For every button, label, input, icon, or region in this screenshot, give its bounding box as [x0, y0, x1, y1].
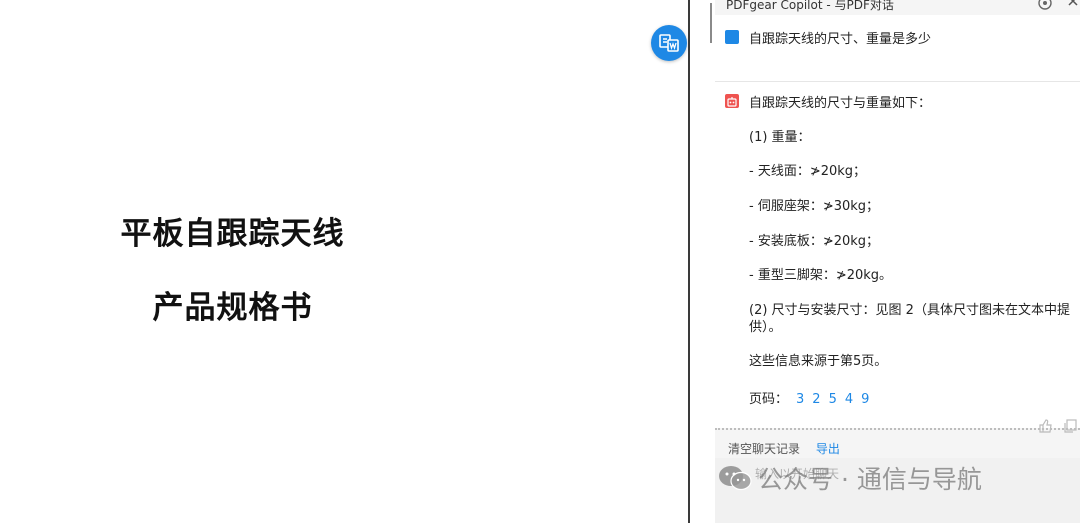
user-question-text: 自跟踪天线的尺寸、重量是多少	[749, 32, 932, 47]
bot-icon	[727, 97, 737, 107]
close-icon[interactable]	[1066, 0, 1080, 12]
pdf-page: 平板自跟踪天线 产品规格书	[0, 0, 688, 523]
page-link[interactable]: 9	[861, 392, 869, 407]
page-link[interactable]: 2	[812, 392, 820, 407]
message-actions	[1038, 419, 1078, 433]
copilot-settings-icon[interactable]	[1036, 0, 1054, 12]
copilot-panel: PDFgear Copilot - 与PDF对话 自跟踪天线的尺寸、重量是多少 …	[690, 0, 1080, 523]
page-references: 页码： 3 2 5 4 9	[749, 388, 869, 407]
copy-icon[interactable]	[1062, 419, 1078, 433]
answer-source-line: 这些信息来源于第5页。	[749, 354, 888, 369]
document-title: 平板自跟踪天线	[120, 216, 345, 252]
convert-word-icon	[659, 34, 679, 52]
page-link[interactable]: 3	[796, 392, 804, 407]
export-button[interactable]: 导出	[816, 442, 840, 456]
answer-item: - 天线面：≯20kg；	[749, 164, 867, 179]
wechat-icon	[719, 466, 752, 491]
scroll-handle[interactable]	[710, 3, 712, 43]
answer-weight-heading: (1) 重量：	[749, 130, 811, 145]
chat-tools: 清空聊天记录 导出	[728, 440, 840, 457]
panel-gutter	[690, 0, 715, 523]
thumbs-up-icon[interactable]	[1038, 419, 1054, 433]
answer-item: - 伺服座架：≯30kg；	[749, 199, 880, 214]
chat-separator	[715, 428, 1080, 430]
page-link[interactable]: 4	[845, 392, 853, 407]
chat-history: 自跟踪天线的尺寸、重量是多少 自跟踪天线的尺寸与重量如下： (1) 重量： - …	[715, 15, 1080, 433]
document-subtitle: 产品规格书	[152, 290, 313, 326]
answer-intro: 自跟踪天线的尺寸与重量如下：	[749, 96, 932, 111]
convert-to-word-button[interactable]	[651, 25, 687, 61]
panel-title: PDFgear Copilot - 与PDF对话	[726, 0, 894, 12]
clear-chat-button[interactable]: 清空聊天记录	[728, 442, 800, 456]
bot-avatar	[725, 94, 739, 108]
watermark-text: 公众号 · 通信与导航	[758, 465, 982, 494]
page-link[interactable]: 5	[829, 392, 837, 407]
user-message: 自跟踪天线的尺寸、重量是多少	[715, 15, 1080, 82]
watermark: 公众号 · 通信与导航	[718, 460, 982, 496]
answer-item: - 重型三脚架：≯20kg。	[749, 268, 893, 283]
user-avatar	[725, 30, 739, 44]
pages-label: 页码：	[749, 392, 789, 407]
answer-size-line: (2) 尺寸与安装尺寸：见图 2（具体尺寸图未在文本中提供）。	[749, 303, 1070, 335]
answer-item: - 安装底板：≯20kg；	[749, 234, 880, 249]
